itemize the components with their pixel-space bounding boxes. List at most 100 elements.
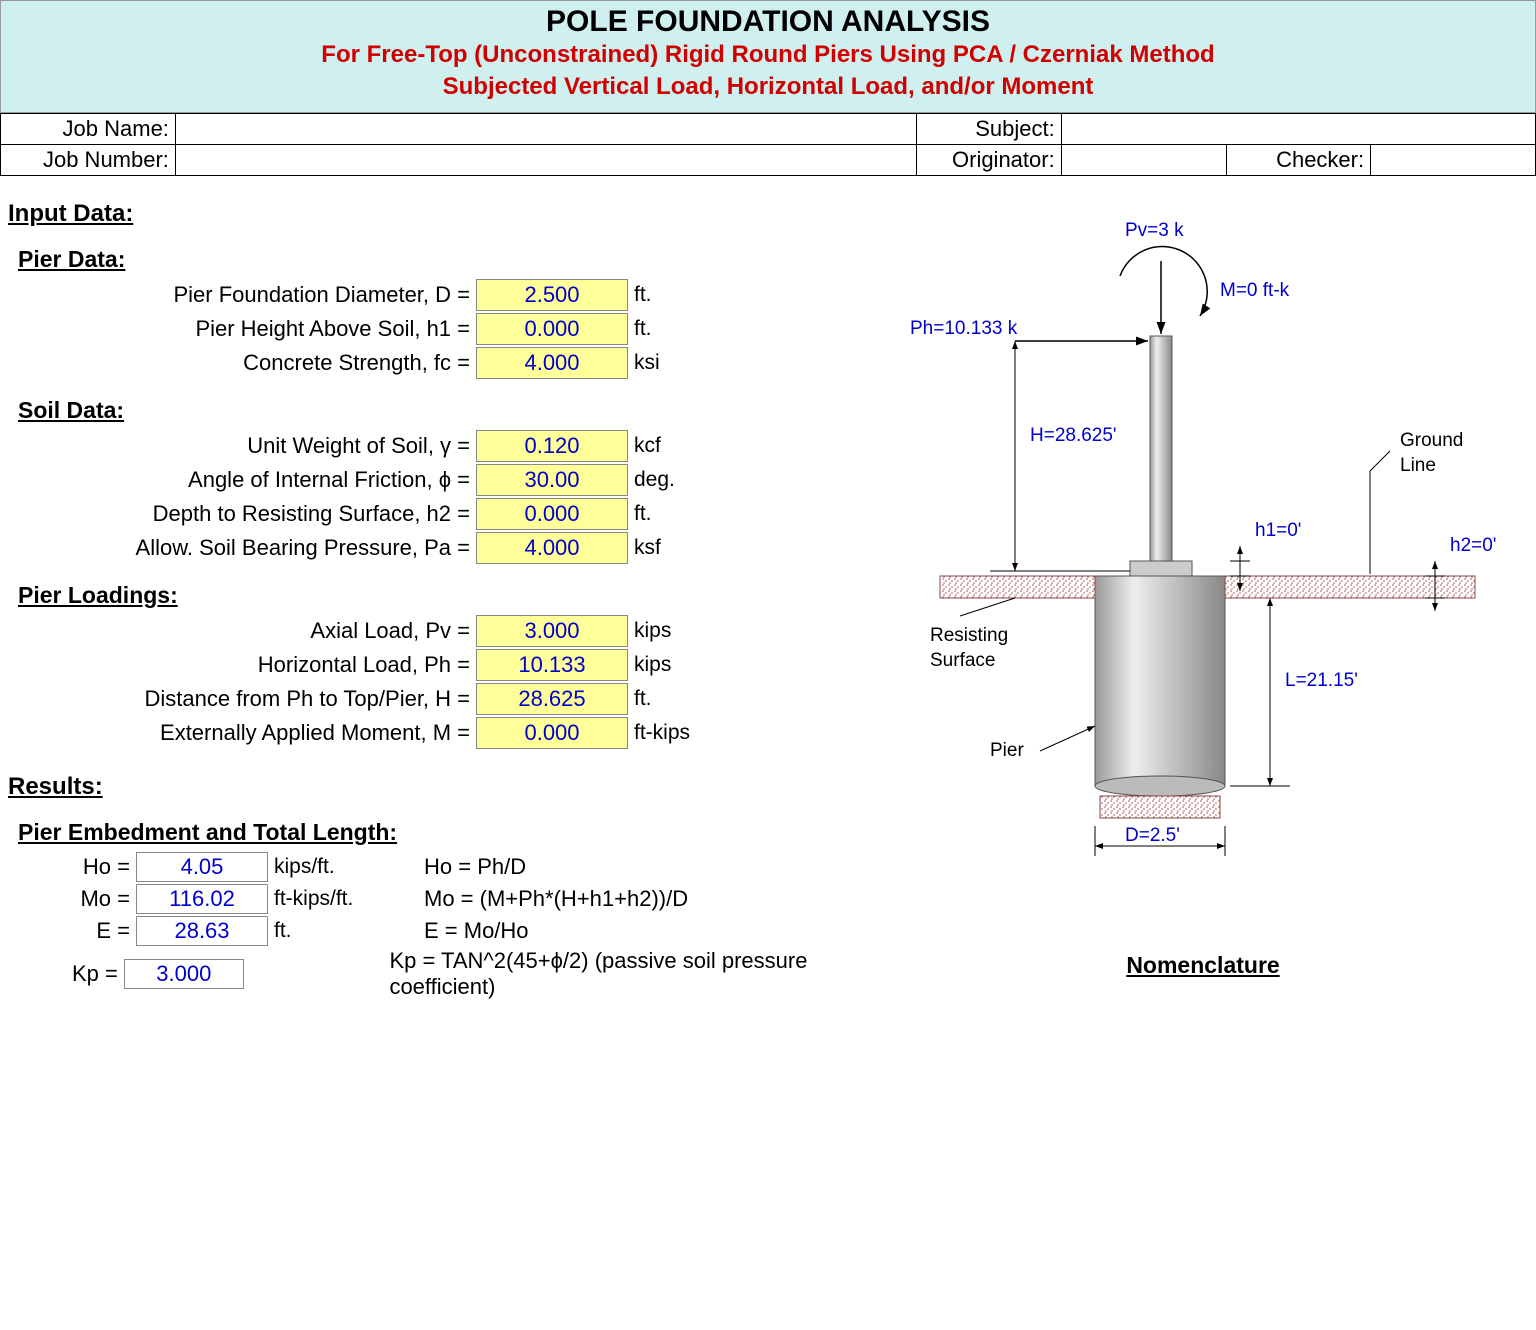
label-h1: Pier Height Above Soil, h1 = xyxy=(0,316,476,342)
heading-pier-data: Pier Data: xyxy=(18,246,870,273)
diag-L: L=21.15' xyxy=(1285,670,1358,691)
unit-Ho: kips/ft. xyxy=(268,855,384,879)
job-number-field[interactable] xyxy=(175,144,916,175)
row-Mo: Mo = 116.02 ft-kips/ft. Mo = (M+Ph*(H+h1… xyxy=(0,884,870,914)
heading-pier-loadings: Pier Loadings: xyxy=(18,582,870,609)
input-phi[interactable]: 30.00 xyxy=(476,464,628,496)
job-info-table: Job Name: Subject: Job Number: Originato… xyxy=(0,113,1536,176)
output-Ho: 4.05 xyxy=(136,852,268,882)
label-Pa: Allow. Soil Bearing Pressure, Pa = xyxy=(0,535,476,561)
output-Kp: 3.000 xyxy=(124,959,244,989)
unit-M: ft-kips xyxy=(628,721,690,745)
input-h1[interactable]: 0.000 xyxy=(476,313,628,345)
input-h2[interactable]: 0.000 xyxy=(476,498,628,530)
formula-E: E = Mo/Ho xyxy=(384,918,529,944)
title-block: POLE FOUNDATION ANALYSIS For Free-Top (U… xyxy=(0,0,1536,113)
heading-nomenclature: Nomenclature xyxy=(870,952,1536,979)
subject-field[interactable] xyxy=(1061,113,1535,144)
input-D[interactable]: 2.500 xyxy=(476,279,628,311)
unit-H: ft. xyxy=(628,687,652,711)
diag-H: H=28.625' xyxy=(1030,425,1117,446)
unit-h1: ft. xyxy=(628,317,652,341)
diag-surface: Surface xyxy=(930,650,995,671)
label-E: E = xyxy=(0,918,136,944)
unit-fc: ksi xyxy=(628,351,660,375)
row-h1: Pier Height Above Soil, h1 = 0.000 ft. xyxy=(0,313,870,345)
job-name-field[interactable] xyxy=(175,113,916,144)
unit-gamma: kcf xyxy=(628,434,661,458)
unit-h2: ft. xyxy=(628,502,652,526)
formula-Mo: Mo = (M+Ph*(H+h1+h2))/D xyxy=(384,886,688,912)
label-Ho: Ho = xyxy=(0,854,136,880)
unit-Mo: ft-kips/ft. xyxy=(268,887,384,911)
output-E: 28.63 xyxy=(136,916,268,946)
diag-ground: Ground xyxy=(1400,430,1463,451)
row-phi: Angle of Internal Friction, ϕ = 30.00 de… xyxy=(0,464,870,496)
subtitle-2: Subjected Vertical Load, Horizontal Load… xyxy=(1,71,1535,103)
label-Kp: Kp = xyxy=(0,961,124,987)
label-Mo: Mo = xyxy=(0,886,136,912)
diag-resisting: Resisting xyxy=(930,625,1008,646)
diag-D: D=2.5' xyxy=(1125,825,1180,846)
label-H: Distance from Ph to Top/Pier, H = xyxy=(0,686,476,712)
originator-field[interactable] xyxy=(1061,144,1226,175)
job-name-label: Job Name: xyxy=(1,113,176,144)
diag-h1: h1=0' xyxy=(1255,520,1301,541)
unit-Pv: kips xyxy=(628,619,671,643)
unit-E: ft. xyxy=(268,919,384,943)
unit-D: ft. xyxy=(628,283,652,307)
diag-ph: Ph=10.133 k xyxy=(910,318,1018,339)
output-Mo: 116.02 xyxy=(136,884,268,914)
row-Kp: Kp = 3.000 Kp = TAN^2(45+ϕ/2) (passive s… xyxy=(0,948,870,1000)
row-D: Pier Foundation Diameter, D = 2.500 ft. xyxy=(0,279,870,311)
originator-label: Originator: xyxy=(917,144,1062,175)
subtitle-1: For Free-Top (Unconstrained) Rigid Round… xyxy=(1,39,1535,71)
formula-Ho: Ho = Ph/D xyxy=(384,854,526,880)
row-H: Distance from Ph to Top/Pier, H = 28.625… xyxy=(0,683,870,715)
diag-pv: Pv=3 k xyxy=(1125,220,1184,241)
label-Pv: Axial Load, Pv = xyxy=(0,618,476,644)
heading-soil-data: Soil Data: xyxy=(18,397,870,424)
row-fc: Concrete Strength, fc = 4.000 ksi xyxy=(0,347,870,379)
main-title: POLE FOUNDATION ANALYSIS xyxy=(1,5,1535,39)
input-H[interactable]: 28.625 xyxy=(476,683,628,715)
row-M: Externally Applied Moment, M = 0.000 ft-… xyxy=(0,717,870,749)
input-gamma[interactable]: 0.120 xyxy=(476,430,628,462)
heading-results: Results: xyxy=(8,773,870,801)
label-h2: Depth to Resisting Surface, h2 = xyxy=(0,501,476,527)
diag-h2: h2=0' xyxy=(1450,535,1496,556)
row-Ho: Ho = 4.05 kips/ft. Ho = Ph/D xyxy=(0,852,870,882)
diag-line: Line xyxy=(1400,455,1436,476)
row-gamma: Unit Weight of Soil, γ = 0.120 kcf xyxy=(0,430,870,462)
checker-field[interactable] xyxy=(1371,144,1536,175)
input-M[interactable]: 0.000 xyxy=(476,717,628,749)
formula-Kp: Kp = TAN^2(45+ϕ/2) (passive soil pressur… xyxy=(349,948,870,1000)
label-M: Externally Applied Moment, M = xyxy=(0,720,476,746)
unit-Pa: ksf xyxy=(628,536,661,560)
input-Pv[interactable]: 3.000 xyxy=(476,615,628,647)
job-number-label: Job Number: xyxy=(1,144,176,175)
row-Pa: Allow. Soil Bearing Pressure, Pa = 4.000… xyxy=(0,532,870,564)
subject-label: Subject: xyxy=(917,113,1062,144)
diag-pier: Pier xyxy=(990,740,1024,761)
input-Ph[interactable]: 10.133 xyxy=(476,649,628,681)
heading-input-data: Input Data: xyxy=(8,200,870,228)
input-fc[interactable]: 4.000 xyxy=(476,347,628,379)
heading-embedment: Pier Embedment and Total Length: xyxy=(18,819,870,846)
label-fc: Concrete Strength, fc = xyxy=(0,350,476,376)
label-phi: Angle of Internal Friction, ϕ = xyxy=(0,467,476,493)
checker-label: Checker: xyxy=(1226,144,1371,175)
label-gamma: Unit Weight of Soil, γ = xyxy=(0,433,476,459)
diag-m: M=0 ft-k xyxy=(1220,280,1290,301)
diagram-panel: Pv=3 k M=0 ft-k Ph=10.133 k H=28.625' Gr… xyxy=(870,176,1536,1002)
label-D: Pier Foundation Diameter, D = xyxy=(0,282,476,308)
row-Pv: Axial Load, Pv = 3.000 kips xyxy=(0,615,870,647)
input-Pa[interactable]: 4.000 xyxy=(476,532,628,564)
row-Ph: Horizontal Load, Ph = 10.133 kips xyxy=(0,649,870,681)
row-E: E = 28.63 ft. E = Mo/Ho xyxy=(0,916,870,946)
label-Ph: Horizontal Load, Ph = xyxy=(0,652,476,678)
unit-Ph: kips xyxy=(628,653,671,677)
unit-phi: deg. xyxy=(628,468,675,492)
nomenclature-diagram: Pv=3 k M=0 ft-k Ph=10.133 k H=28.625' Gr… xyxy=(870,206,1510,926)
row-h2: Depth to Resisting Surface, h2 = 0.000 f… xyxy=(0,498,870,530)
